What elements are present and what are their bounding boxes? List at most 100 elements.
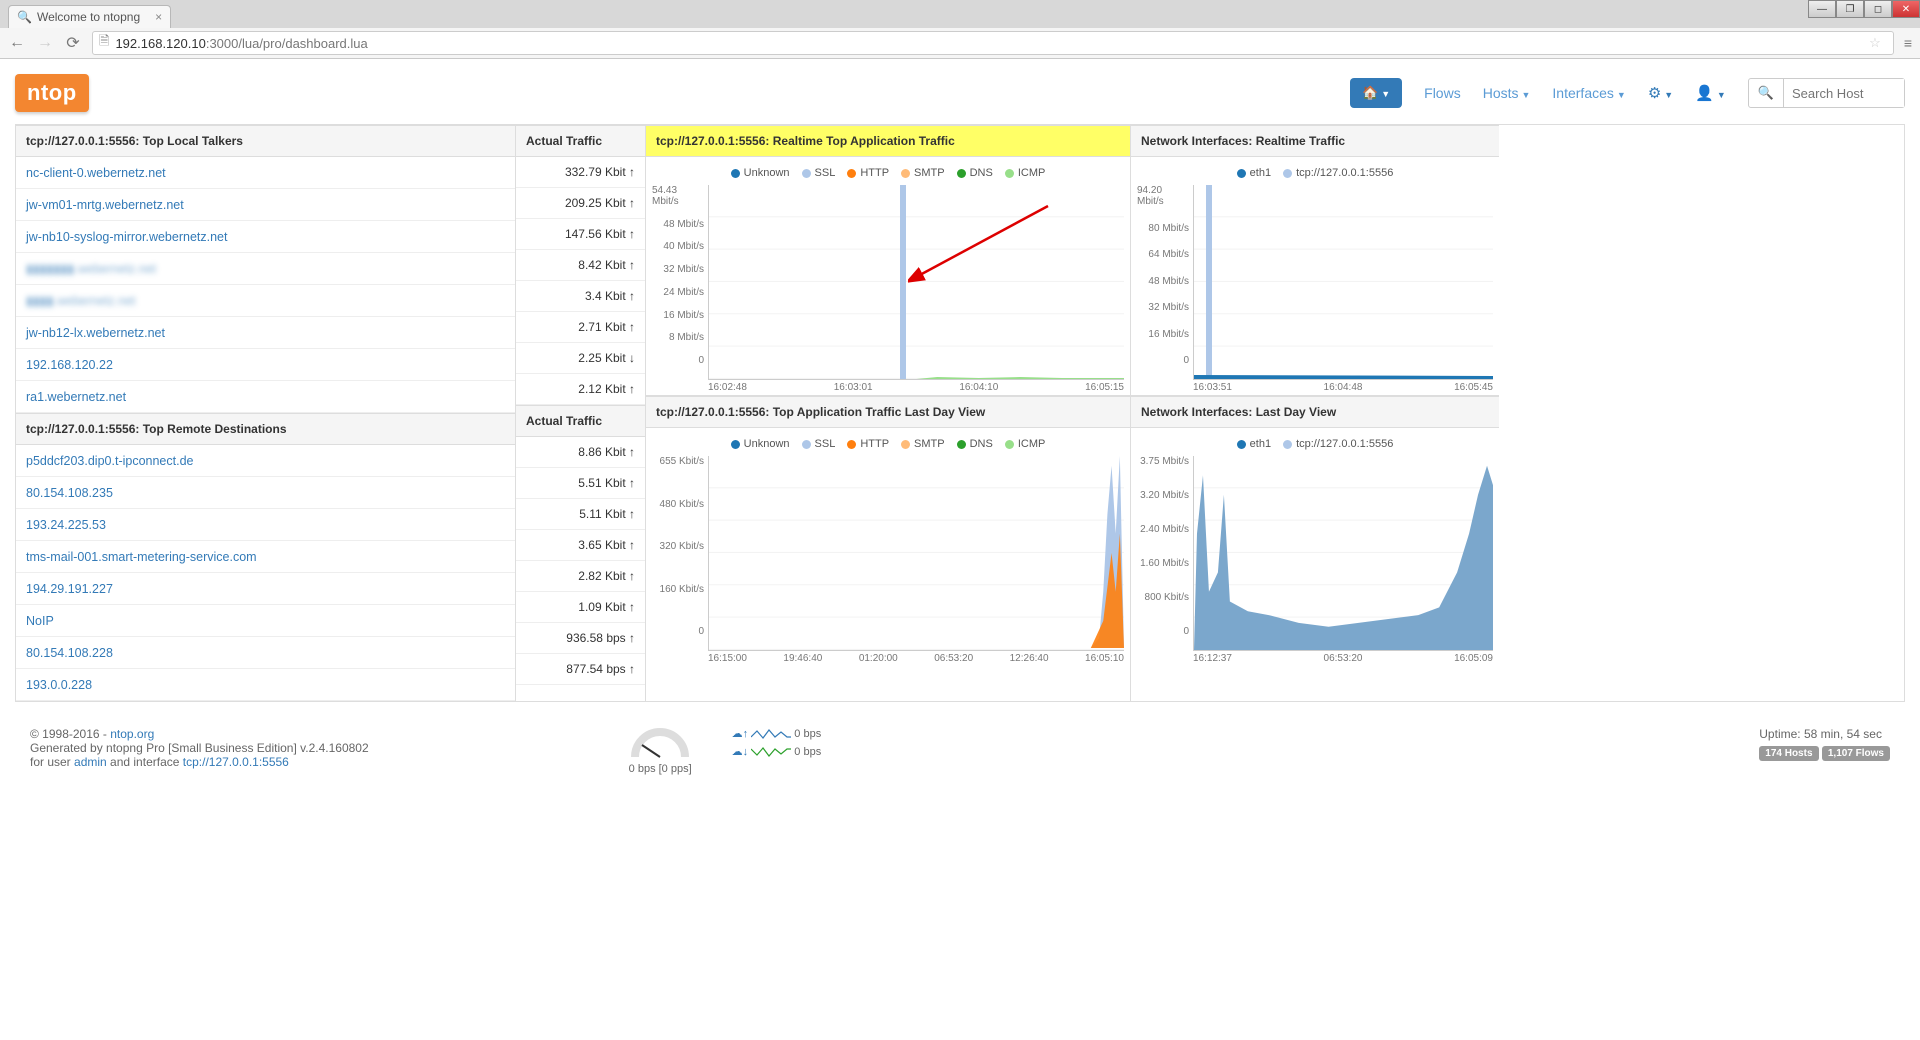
bookmark-star-icon[interactable]: ☆ bbox=[1869, 35, 1881, 51]
legend-item: eth1 bbox=[1237, 167, 1271, 179]
nav-interfaces[interactable]: Interfaces bbox=[1552, 85, 1613, 101]
traffic-value: 3.65 Kbit ↑ bbox=[516, 530, 645, 560]
traffic-value: 2.82 Kbit ↑ bbox=[516, 561, 645, 591]
url-host: 192.168.120.10 bbox=[115, 36, 205, 51]
interface-link[interactable]: tcp://127.0.0.1:5556 bbox=[183, 755, 289, 769]
host-link[interactable]: 194.29.191.227 bbox=[26, 582, 113, 596]
address-bar[interactable]: 🗎 192.168.120.10:3000/lua/pro/dashboard.… bbox=[92, 31, 1894, 55]
home-button[interactable]: 🏠▼ bbox=[1350, 78, 1402, 108]
traffic-value: 332.79 Kbit ↑ bbox=[516, 157, 645, 187]
search-icon: 🔍 bbox=[17, 10, 32, 24]
search-icon[interactable]: 🔍 bbox=[1749, 79, 1784, 107]
host-link[interactable]: tms-mail-001.smart-metering-service.com bbox=[26, 550, 257, 564]
arrow-down-icon: ↓ bbox=[629, 351, 635, 365]
host-link[interactable]: jw-nb12-lx.webernetz.net bbox=[26, 326, 165, 340]
legend-item: HTTP bbox=[847, 438, 889, 450]
table-row: 80.154.108.235 bbox=[16, 477, 515, 509]
legend-item: SSL bbox=[802, 167, 836, 179]
uptime-text: Uptime: 58 min, 54 sec bbox=[1759, 727, 1890, 741]
caret-down-icon: ▼ bbox=[1664, 90, 1673, 100]
arrow-up-icon: ↑ bbox=[629, 538, 635, 552]
host-link[interactable]: ▮▮▮▮.webernetz.net bbox=[26, 294, 136, 308]
host-link[interactable]: jw-vm01-mrtg.webernetz.net bbox=[26, 198, 184, 212]
legend-item: ICMP bbox=[1005, 438, 1046, 450]
caret-down-icon: ▼ bbox=[1617, 90, 1626, 100]
app-realtime-chart: UnknownSSLHTTPSMTPDNSICMP 54.43 Mbit/s48… bbox=[646, 157, 1130, 396]
arrow-up-icon: ↑ bbox=[629, 507, 635, 521]
flows-badge[interactable]: 1,107 Flows bbox=[1822, 746, 1890, 761]
gear-icon[interactable]: ⚙▼ bbox=[1648, 84, 1673, 102]
legend-item: Unknown bbox=[731, 167, 790, 179]
actual-traffic-header: Actual Traffic bbox=[516, 125, 645, 157]
search-input[interactable] bbox=[1784, 79, 1904, 107]
hosts-badge[interactable]: 174 Hosts bbox=[1759, 746, 1818, 761]
traffic-value: 3.4 Kbit ↑ bbox=[516, 281, 645, 311]
legend-item: eth1 bbox=[1237, 438, 1271, 450]
host-link[interactable]: 80.154.108.235 bbox=[26, 486, 113, 500]
legend-item: SSL bbox=[802, 438, 836, 450]
window-maximize-button[interactable]: ◻ bbox=[1864, 0, 1892, 18]
user-icon[interactable]: 👤▼ bbox=[1695, 84, 1726, 102]
host-link[interactable]: ra1.webernetz.net bbox=[26, 390, 126, 404]
cloud-down-icon: ☁↓ bbox=[732, 746, 749, 758]
table-row: 3.65 Kbit ↑ bbox=[516, 530, 645, 561]
forward-icon[interactable]: → bbox=[36, 34, 54, 52]
footer-right: Uptime: 58 min, 54 sec 174 Hosts 1,107 F… bbox=[1759, 727, 1890, 759]
table-row: 80.154.108.228 bbox=[16, 637, 515, 669]
table-row: 194.29.191.227 bbox=[16, 573, 515, 605]
host-link[interactable]: p5ddcf203.dip0.t-ipconnect.de bbox=[26, 454, 194, 468]
host-link[interactable]: nc-client-0.webernetz.net bbox=[26, 166, 166, 180]
window-restore-button[interactable]: ❐ bbox=[1836, 0, 1864, 18]
ntop-logo[interactable]: ntop bbox=[15, 74, 89, 112]
navbar: ntop 🏠▼ Flows Hosts ▼ Interfaces ▼ ⚙▼ 👤▼ 🔍 bbox=[15, 69, 1905, 124]
arrow-up-icon: ↑ bbox=[629, 631, 635, 645]
if-realtime-chart: eth1tcp://127.0.0.1:5556 94.20 Mbit/s80 … bbox=[1131, 157, 1499, 396]
footer: © 1998-2016 - ntop.org Generated by ntop… bbox=[15, 702, 1905, 790]
nav-hosts[interactable]: Hosts bbox=[1483, 85, 1519, 101]
down-bps: 0 bps bbox=[794, 746, 821, 758]
traffic-value: 2.71 Kbit ↑ bbox=[516, 312, 645, 342]
table-row: jw-nb12-lx.webernetz.net bbox=[16, 317, 515, 349]
host-link[interactable]: 193.24.225.53 bbox=[26, 518, 106, 532]
host-link[interactable]: ▮▮▮▮▮▮▮.webernetz.net bbox=[26, 262, 156, 276]
host-link[interactable]: 193.0.0.228 bbox=[26, 678, 92, 692]
gauge-icon bbox=[630, 727, 690, 759]
browser-chrome: — ❐ ◻ ✕ 🔍 Welcome to ntopng × ← → ⟳ 🗎 19… bbox=[0, 0, 1920, 59]
arrow-up-icon: ↑ bbox=[629, 445, 635, 459]
table-row: p5ddcf203.dip0.t-ipconnect.de bbox=[16, 445, 515, 477]
table-row: 2.25 Kbit ↓ bbox=[516, 343, 645, 374]
table-row: 332.79 Kbit ↑ bbox=[516, 157, 645, 188]
table-row: 8.86 Kbit ↑ bbox=[516, 437, 645, 468]
traffic-value: 5.51 Kbit ↑ bbox=[516, 468, 645, 498]
traffic-value: 2.25 Kbit ↓ bbox=[516, 343, 645, 373]
host-link[interactable]: 192.168.120.22 bbox=[26, 358, 113, 372]
legend-item: tcp://127.0.0.1:5556 bbox=[1283, 167, 1393, 179]
close-icon[interactable]: × bbox=[155, 10, 162, 24]
caret-down-icon: ▼ bbox=[1717, 90, 1726, 100]
table-row: 147.56 Kbit ↑ bbox=[516, 219, 645, 250]
browser-menu-icon[interactable]: ≡ bbox=[1904, 35, 1912, 51]
user-link[interactable]: admin bbox=[74, 755, 107, 769]
table-row: 8.42 Kbit ↑ bbox=[516, 250, 645, 281]
nav-flows[interactable]: Flows bbox=[1424, 85, 1461, 101]
table-row: 2.71 Kbit ↑ bbox=[516, 312, 645, 343]
if-lastday-chart: eth1tcp://127.0.0.1:5556 3.75 Mbit/s3.20… bbox=[1131, 428, 1499, 666]
if-lastday-header: Network Interfaces: Last Day View bbox=[1131, 396, 1499, 428]
browser-tab[interactable]: 🔍 Welcome to ntopng × bbox=[8, 5, 171, 28]
window-minimize-button[interactable]: — bbox=[1808, 0, 1836, 18]
host-link[interactable]: 80.154.108.228 bbox=[26, 646, 113, 660]
ntop-link[interactable]: ntop.org bbox=[110, 727, 154, 741]
host-link[interactable]: NoIP bbox=[26, 614, 54, 628]
sparkline-down bbox=[751, 745, 791, 759]
table-row: 3.4 Kbit ↑ bbox=[516, 281, 645, 312]
traffic-value: 209.25 Kbit ↑ bbox=[516, 188, 645, 218]
reload-icon[interactable]: ⟳ bbox=[64, 33, 82, 53]
legend-item: tcp://127.0.0.1:5556 bbox=[1283, 438, 1393, 450]
arrow-up-icon: ↑ bbox=[629, 165, 635, 179]
arrow-up-icon: ↑ bbox=[629, 476, 635, 490]
traffic-column: Actual Traffic 332.79 Kbit ↑209.25 Kbit … bbox=[516, 125, 646, 701]
back-icon[interactable]: ← bbox=[8, 34, 26, 52]
host-link[interactable]: jw-nb10-syslog-mirror.webernetz.net bbox=[26, 230, 227, 244]
url-path: :3000/lua/pro/dashboard.lua bbox=[206, 36, 368, 51]
window-close-button[interactable]: ✕ bbox=[1892, 0, 1920, 18]
